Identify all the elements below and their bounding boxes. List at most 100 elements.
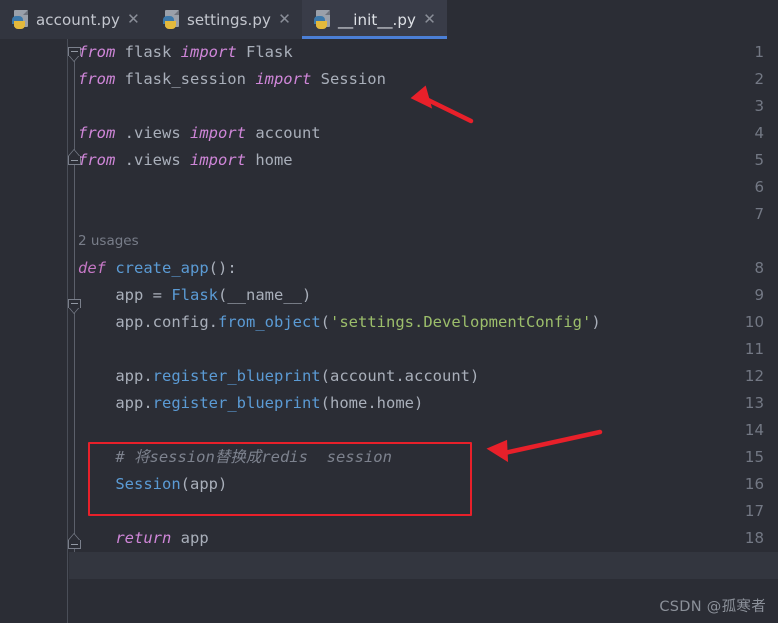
editor-window: account.py ✕ settings.py ✕ __init__.py ✕ [0, 0, 778, 623]
code-line-3[interactable] [69, 93, 778, 120]
token-pun: ( [320, 394, 330, 412]
code-text: from flask_session import Session [69, 66, 386, 93]
token-id: .views [115, 124, 190, 142]
code-text: app.register_blueprint(account.account) [69, 363, 479, 390]
token-pun: ( [180, 475, 190, 493]
code-text: app = Flask(__name__) [69, 282, 311, 309]
python-file-icon [12, 10, 29, 29]
code-line-6[interactable] [69, 174, 778, 201]
code-line-17[interactable] [69, 498, 778, 525]
token-id: .views [115, 151, 190, 169]
token-pun: ) [414, 394, 424, 412]
token-fn: create_app [106, 259, 209, 277]
close-icon[interactable]: ✕ [127, 12, 140, 27]
tab-init-py[interactable]: __init__.py ✕ [302, 0, 448, 39]
close-icon[interactable]: ✕ [278, 12, 291, 27]
token-kw: from [78, 43, 116, 61]
token-pun: ) [302, 286, 312, 304]
code-line-14[interactable] [69, 417, 778, 444]
code-line-19[interactable] [69, 552, 778, 579]
tab-label: account.py [36, 10, 120, 29]
token-kw: import [189, 151, 246, 169]
token-fn: from_object [218, 313, 321, 331]
token-pun: ( [320, 367, 330, 385]
token-id: Session [311, 70, 386, 88]
code-line-5[interactable]: from .views import home [69, 147, 778, 174]
code-text: from .views import home [69, 147, 293, 174]
token-pun: (): [208, 259, 237, 277]
token-pun: ) [469, 367, 480, 385]
token-kw: import [180, 43, 237, 61]
token-pun: . [143, 313, 153, 331]
token-cls: Flask [171, 286, 218, 304]
code-line-13[interactable]: app.register_blueprint(home.home) [69, 390, 778, 417]
token-id: flask [115, 43, 181, 61]
code-line-7[interactable] [69, 201, 778, 228]
code-text: from flask import Flask [69, 39, 293, 66]
token-id: flask_session [115, 70, 256, 88]
token-id: app [171, 529, 209, 547]
code-editor[interactable]: 1 2 3 4 5 6 7 8 9 10 11 12 13 14 15 16 1… [0, 39, 778, 623]
python-file-icon [162, 10, 180, 29]
line-number-gutter[interactable] [0, 39, 68, 623]
token-id: __name__ [227, 286, 302, 304]
tab-settings-py[interactable]: settings.py ✕ [150, 0, 303, 39]
token-pun: ( [218, 286, 228, 304]
token-id: app [190, 475, 218, 493]
code-line-2[interactable]: from flask_session import Session [69, 66, 778, 93]
python-file-icon [314, 10, 331, 29]
code-line-1[interactable]: from flask import Flask [69, 39, 778, 66]
token-pun: ) [591, 313, 601, 331]
token-kw: return [115, 529, 172, 547]
code-line-8[interactable]: def create_app(): [69, 255, 778, 282]
close-icon[interactable]: ✕ [423, 12, 436, 27]
token-str: 'settings.DevelopmentConfig' [330, 313, 592, 331]
tab-label: settings.py [186, 10, 272, 29]
code-line-12[interactable]: app.register_blueprint(account.account) [69, 363, 778, 390]
token-cmt: # 将session替换成redis session [78, 448, 392, 466]
token-kw: from [78, 151, 116, 169]
code-line-4[interactable]: from .views import account [69, 120, 778, 147]
tab-account-py[interactable]: account.py ✕ [0, 0, 151, 39]
code-text: def create_app(): [69, 255, 237, 282]
token-pun: ( [320, 313, 331, 331]
code-line-16[interactable]: Session(app) [69, 471, 778, 498]
code-content[interactable]: from flask import Flask from flask_sessi… [69, 39, 778, 623]
code-line-11[interactable] [69, 336, 778, 363]
code-text: return app [69, 525, 209, 552]
token-pun: ) [218, 475, 228, 493]
csdn-watermark: CSDN @孤寒者 [659, 599, 766, 615]
token-def: def [78, 259, 106, 277]
token-id: app [78, 367, 144, 385]
token-pun: . [208, 313, 219, 331]
editor-tab-bar: account.py ✕ settings.py ✕ __init__.py ✕ [0, 0, 778, 39]
token-id: home [245, 151, 293, 169]
token-id: Flask [236, 43, 293, 61]
code-text: from .views import account [69, 120, 321, 147]
token-id: app [78, 313, 144, 331]
code-line-18[interactable]: return app [69, 525, 778, 552]
inlay-hint-usages[interactable]: 2 usages [78, 228, 139, 255]
token-id [78, 529, 115, 547]
tab-bar-empty-space [447, 0, 778, 39]
code-line-15[interactable]: # 将session替换成redis session [69, 444, 778, 471]
token-id: app = [78, 286, 172, 304]
token-pun: . [143, 394, 153, 412]
token-cls: Session [115, 475, 181, 493]
token-id: account.account [330, 367, 470, 385]
token-id [78, 475, 115, 493]
token-kw: import [189, 124, 246, 142]
tab-label: __init__.py [338, 10, 417, 29]
code-comment-text: # 将session替换成redis session [69, 444, 392, 471]
token-id: account [245, 124, 321, 142]
token-pun: . [143, 367, 153, 385]
code-text: app.config.from_object('settings.Develop… [69, 309, 601, 336]
code-line-10[interactable]: app.config.from_object('settings.Develop… [69, 309, 778, 336]
code-line-9[interactable]: app = Flask(__name__) [69, 282, 778, 309]
token-id: app [78, 394, 144, 412]
token-fn: register_blueprint [152, 367, 321, 385]
token-kw: import [255, 70, 312, 88]
token-id: config [152, 313, 209, 331]
code-text: app.register_blueprint(home.home) [69, 390, 423, 417]
code-text: Session(app) [69, 471, 227, 498]
